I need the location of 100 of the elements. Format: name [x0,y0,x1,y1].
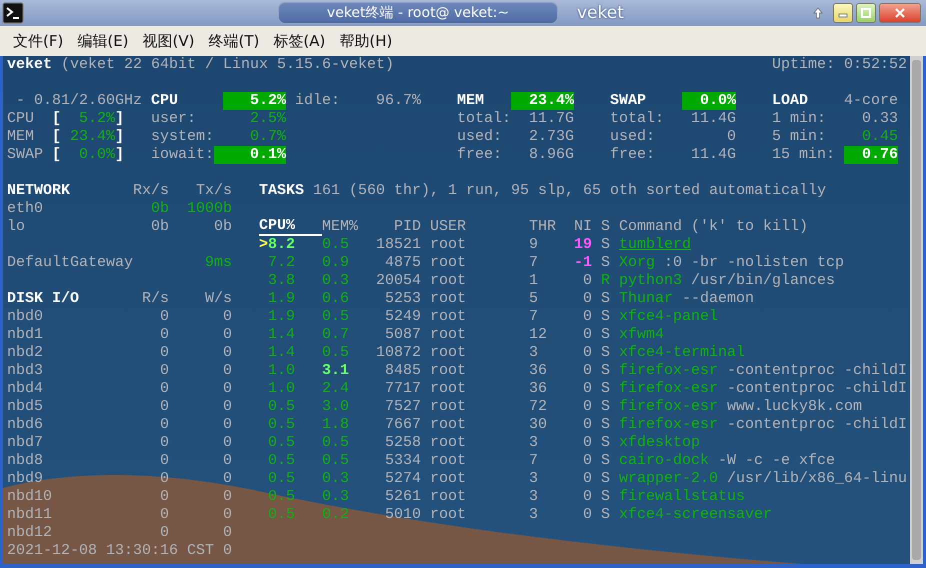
disk-name: nbd8 [7,452,44,470]
close-button[interactable] [879,3,921,23]
selection-marker: > [259,236,268,254]
cpu-value: 1.9 [268,308,295,326]
pid-value: 8485 [384,362,421,380]
disk-value: 0 [158,380,169,398]
mem-value: 0.5 [322,344,349,362]
cpu-value: 7.2 [268,254,295,272]
disk-value: 0 [158,362,169,380]
cpu-value: 0.5 [268,506,295,524]
disk-value: 0 [222,398,232,416]
disk-name: nbd5 [7,398,44,416]
disk-name: nbd9 [7,470,44,488]
mem-value: 0.3 [322,272,349,290]
quicklook-label: MEM [7,128,36,146]
process-args: -contentproc -childI [727,362,907,380]
disk-value: 0 [222,326,232,344]
process-args: www.lucky8k.com [727,398,864,416]
disk-name: nbd6 [7,416,44,434]
up-arrow-icon[interactable] [813,7,823,19]
column-header: CPU% [259,218,322,236]
host-name: veket [7,56,52,74]
menu-item[interactable]: 标签(A) [266,32,332,50]
state-value: S [601,470,610,488]
bracket: [ [52,128,61,146]
minimize-button[interactable] [833,3,853,23]
pid-value: 5087 [384,326,421,344]
scrollbar[interactable] [910,56,923,564]
user-value: root [430,272,466,290]
cpu-value: 0.5 [268,470,295,488]
stat-label: iowait: [151,146,214,164]
close-icon [895,8,905,18]
menu-item[interactable]: 文件(F) [6,32,70,50]
stat-label: total: [457,110,511,128]
nice-value: 19 [572,236,592,254]
disk-name: nbd4 [7,380,44,398]
pid-value: 5261 [384,488,421,506]
stat-value: 0.7% [248,128,286,146]
process-args: /usr/lib/x86_64-linu [727,470,907,488]
disk-value: 0 [222,488,232,506]
quicklook-value: 0.0% [78,146,115,164]
stat-value: 11.4G [690,146,736,164]
disk-value: 0 [158,416,169,434]
section-title: LOAD [772,92,808,110]
process-name: firefox-esr [619,416,718,434]
gateway-latency: 9ms [204,254,232,272]
maximize-button[interactable] [856,3,876,23]
cpu-value: 8.2 [268,236,295,254]
section-title: DISK I/O [7,290,79,308]
cpu-value: 0.5 [268,452,295,470]
column-header: R/s [140,290,169,308]
state-value: S [601,236,610,254]
bracket: ] [115,128,124,146]
disk-value: 0 [222,416,232,434]
process-name: xfce4-terminal [619,344,745,362]
network-value: 1000b [186,200,232,218]
thread-count: 30 [529,416,548,434]
tasks-summary: 161 (560 thr), 1 run, 95 slp, 65 oth sorted automatically [313,182,828,200]
state-value: S [601,452,610,470]
menu-item[interactable]: 视图(V) [136,32,202,50]
terminal-icon[interactable] [2,2,24,24]
pid-value: 18521 [374,236,421,254]
menu-item[interactable]: 编辑(E) [70,32,136,50]
swap-total: 0.0% [682,92,736,110]
pid-value: 5334 [384,452,421,470]
stat-label: idle: [295,92,342,110]
disk-value: 0 [222,470,232,488]
mem-value: 0.3 [322,470,349,488]
nice-value: 0 [582,470,592,488]
stat-value: 0.33 [860,110,898,128]
state-value: R [601,272,610,290]
disk-value: 0 [158,326,169,344]
menu-item[interactable]: 终端(T) [202,32,266,50]
stat-value: 11.7G [528,110,574,128]
disk-name: nbd12 [7,524,54,542]
nice-value: 0 [582,272,592,290]
user-value: root [430,506,466,524]
nice-value: 0 [582,416,592,434]
disk-value: 0 [222,452,232,470]
state-value: S [601,434,610,452]
network-value: 0b [150,200,169,218]
quicklook-value: 5.2% [78,110,115,128]
cpu-frequency: - 0.81/2.60GHz [16,92,142,110]
process-name: tumblerd [619,236,691,254]
state-value: S [601,362,610,380]
column-header: PID [392,218,421,236]
user-value: root [430,344,466,362]
user-value: root [430,434,466,452]
thread-count: 3 [529,506,540,524]
menu-item[interactable]: 帮助(H) [332,32,400,50]
stat-value: 96.7% [374,92,421,110]
stat-label: used: [457,128,504,146]
state-value: S [601,488,610,506]
disk-name: nbd2 [7,344,44,362]
disk-name: nbd3 [7,362,44,380]
disk-value: 0 [222,380,232,398]
window-title: veket终端 - root@ veket:~ [278,2,558,24]
disk-name: nbd10 [7,488,54,506]
gateway-name: DefaultGateway [7,254,133,272]
process-name: python3 [619,272,682,290]
